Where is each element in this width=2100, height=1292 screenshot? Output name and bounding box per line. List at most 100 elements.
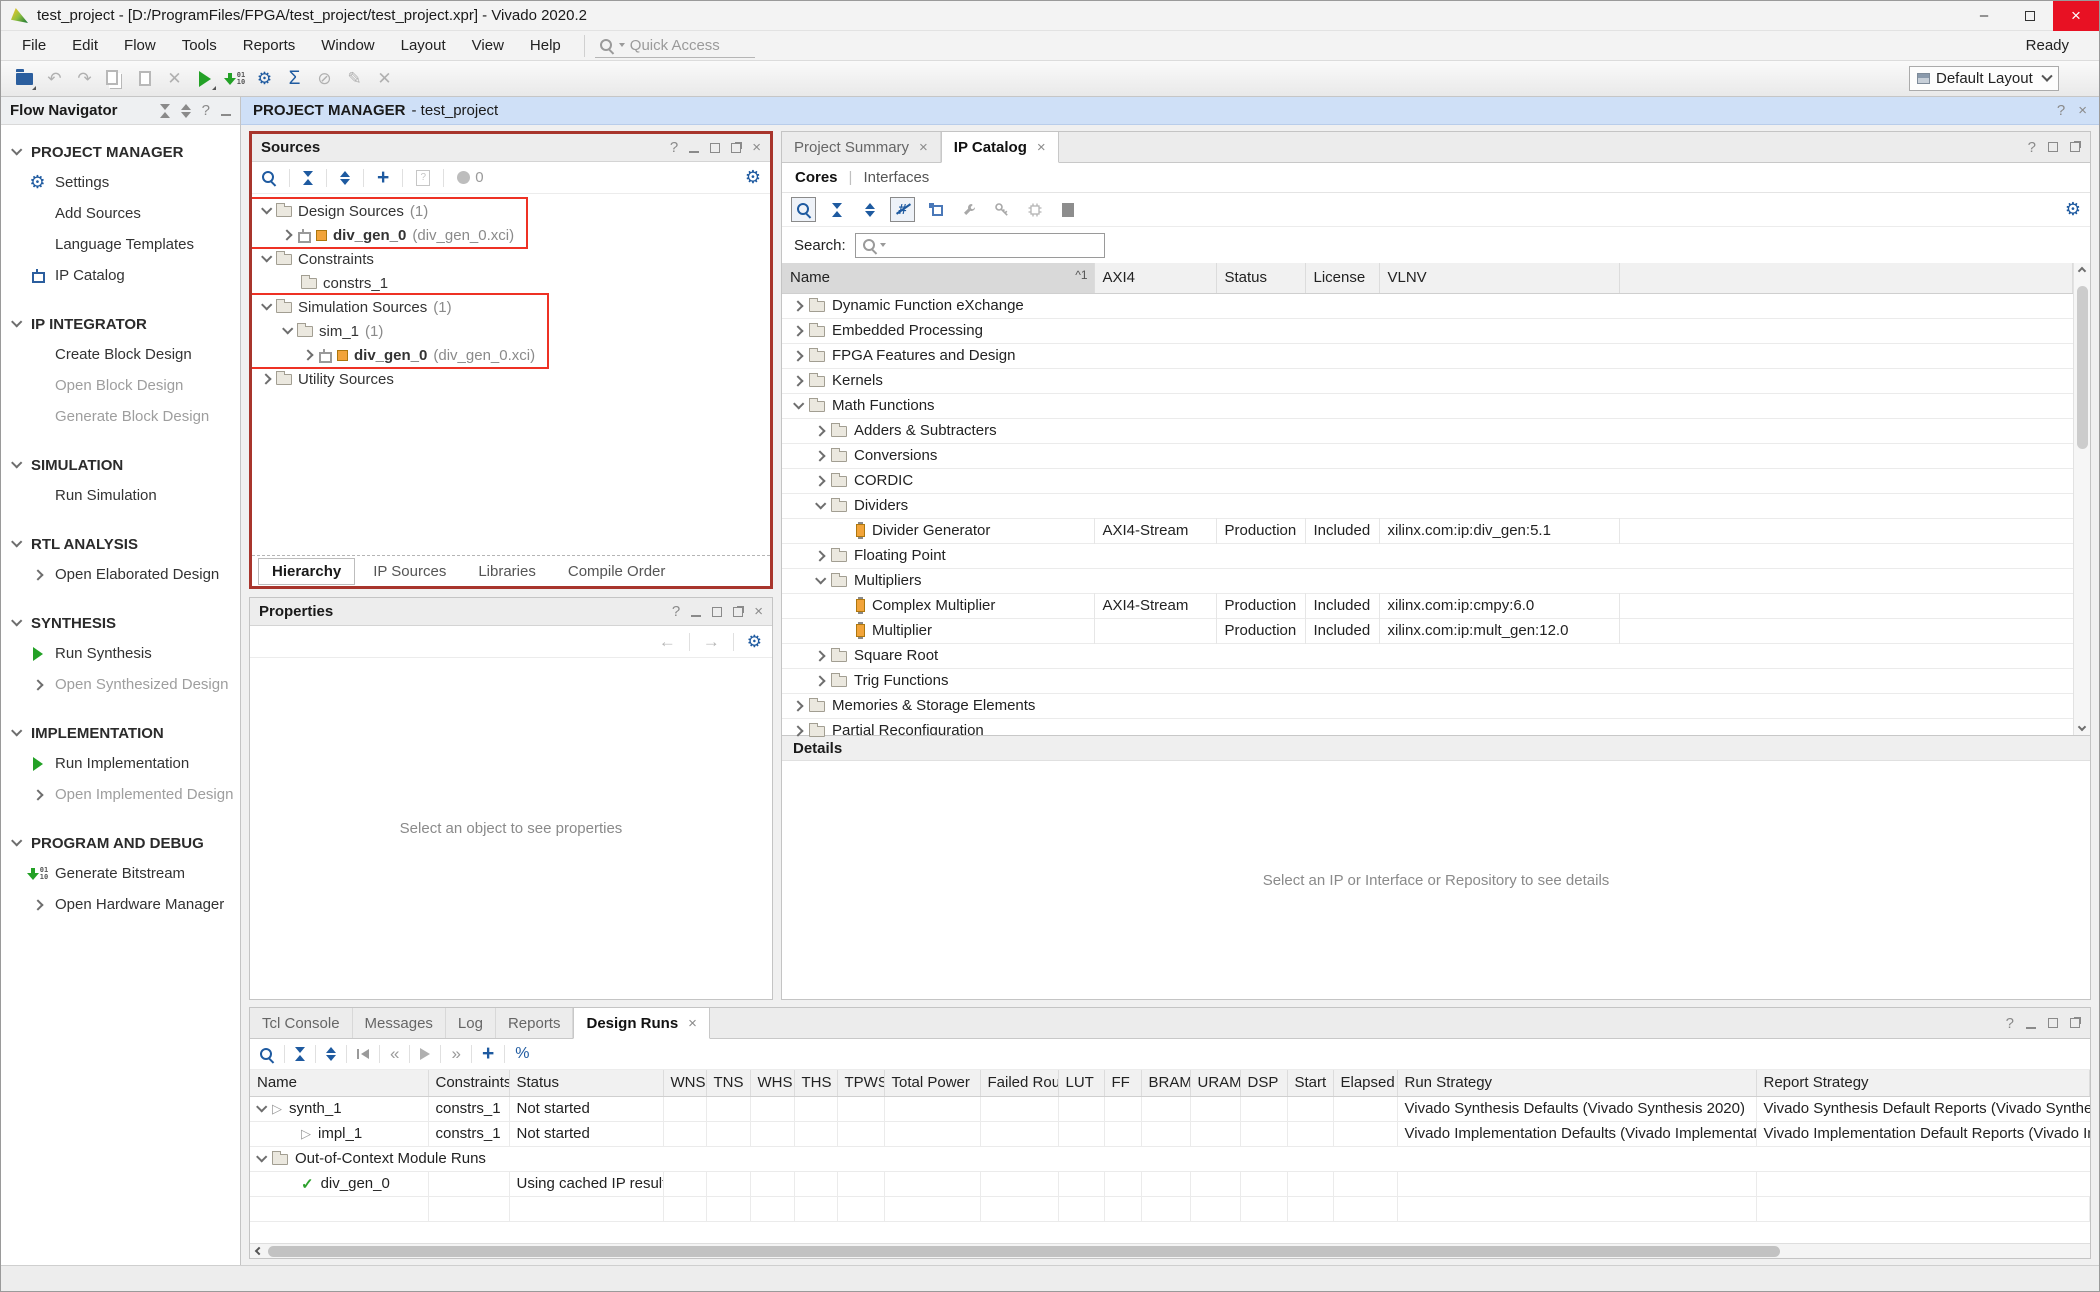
vertical-scrollbar[interactable] [2073, 263, 2090, 735]
open-project-button[interactable] [11, 65, 38, 92]
source-item-simulation-sources[interactable]: Simulation Sources (1) [252, 295, 547, 319]
column-header-uram[interactable]: URAM [1190, 1070, 1240, 1096]
ip-category-trig-functions[interactable]: Trig Functions [782, 668, 2073, 693]
scrollbar-thumb[interactable] [268, 1246, 1780, 1257]
ip-core-complex-multiplier[interactable]: Complex Multiplier AXI4-Stream Productio… [782, 593, 2073, 618]
scroll-left-icon[interactable] [255, 1247, 263, 1255]
close-icon[interactable]: × [919, 139, 928, 156]
close-icon[interactable]: × [2078, 102, 2087, 119]
subtab-cores[interactable]: Cores [795, 169, 838, 186]
horizontal-scrollbar[interactable] [250, 1243, 2090, 1258]
column-header-vlnv[interactable]: VLNV [1379, 263, 1619, 293]
tab-messages[interactable]: Messages [353, 1008, 446, 1038]
menu-tools[interactable]: Tools [169, 33, 230, 58]
gear-icon[interactable]: ⚙ [745, 167, 761, 188]
flow-item-ip-catalog[interactable]: IP Catalog [1, 260, 240, 291]
tab-design-runs[interactable]: Design Runs× [573, 1008, 709, 1039]
minimize-panel-icon[interactable] [221, 114, 231, 116]
quick-access-input[interactable]: Quick Access [595, 34, 755, 58]
generate-bitstream-button[interactable]: 0110 [221, 65, 248, 92]
column-header-start[interactable]: Start [1287, 1070, 1333, 1096]
float-panel-icon[interactable] [731, 143, 741, 153]
float-panel-icon[interactable] [733, 607, 743, 617]
close-icon[interactable]: × [688, 1015, 697, 1032]
minimize-icon[interactable]: – [1961, 1, 2007, 31]
flow-item-generate-bitstream[interactable]: 0110Generate Bitstream [1, 858, 240, 889]
source-item-constrs-1[interactable]: constrs_1 [252, 271, 406, 295]
disabled-tool-button-3[interactable]: ✕ [371, 65, 398, 92]
ip-category-fpga-features-and-design[interactable]: FPGA Features and Design [782, 343, 2073, 368]
first-run-icon[interactable] [357, 1049, 369, 1059]
column-header-status[interactable]: Status [1216, 263, 1305, 293]
source-item-sim-1[interactable]: sim_1 (1) [252, 319, 547, 343]
column-header-run-strategy[interactable]: Run Strategy [1397, 1070, 1756, 1096]
tab-ip-sources[interactable]: IP Sources [359, 558, 460, 585]
ip-category-math-functions[interactable]: Math Functions [782, 393, 2073, 418]
help-icon[interactable]: ? [670, 139, 678, 156]
flow-item-open-synthesized-design[interactable]: Open Synthesized Design [1, 669, 240, 700]
previous-run-icon[interactable]: « [390, 1044, 399, 1064]
help-icon[interactable]: ? [2057, 102, 2065, 119]
menu-view[interactable]: View [459, 33, 517, 58]
expand-all-icon[interactable] [326, 1047, 336, 1061]
ip-settings-icon[interactable] [1022, 197, 1047, 222]
float-panel-icon[interactable] [2070, 142, 2080, 152]
ip-category-memories-storage-elements[interactable]: Memories & Storage Elements [782, 693, 2073, 718]
column-header-ff[interactable]: FF [1104, 1070, 1141, 1096]
maximize-panel-icon[interactable] [712, 607, 722, 617]
menu-window[interactable]: Window [308, 33, 387, 58]
help-icon[interactable]: ? [202, 102, 210, 119]
flow-item-open-elaborated-design[interactable]: Open Elaborated Design [1, 559, 240, 590]
settings-button[interactable]: ⚙ [251, 65, 278, 92]
source-item-constraints[interactable]: Constraints [252, 247, 406, 271]
close-icon[interactable]: × [2053, 1, 2099, 31]
column-header-license[interactable]: License [1305, 263, 1379, 293]
column-header-report-strategy[interactable]: Report Strategy [1756, 1070, 2090, 1096]
flow-item-open-implemented-design[interactable]: Open Implemented Design [1, 779, 240, 810]
collapse-all-icon[interactable] [160, 104, 170, 118]
customize-ip-icon[interactable] [956, 197, 981, 222]
scrollbar-thumb[interactable] [2077, 286, 2088, 449]
minimize-panel-icon[interactable] [691, 615, 701, 617]
ip-category-cordic[interactable]: CORDIC [782, 468, 2073, 493]
ip-category-square-root[interactable]: Square Root [782, 643, 2073, 668]
ip-category-dynamic-function-exchange[interactable]: Dynamic Function eXchange [782, 293, 2073, 318]
run-row-div-gen-0[interactable]: ✓div_gen_0 Using cached IP results [250, 1171, 2090, 1196]
float-panel-icon[interactable] [2070, 1018, 2080, 1028]
column-header-name[interactable]: Name^1 [782, 263, 1094, 293]
flow-section-header-synthesis[interactable]: SYNTHESIS [1, 608, 240, 638]
expand-all-icon[interactable] [181, 104, 191, 118]
layout-selector[interactable]: Default Layout [1909, 66, 2059, 91]
repository-icon[interactable] [1055, 197, 1080, 222]
flow-item-add-sources[interactable]: Add Sources [1, 198, 240, 229]
tab-log[interactable]: Log [446, 1008, 496, 1038]
ip-category-multipliers[interactable]: Multipliers [782, 568, 2073, 593]
column-header-ths[interactable]: THS [794, 1070, 837, 1096]
flow-item-run-synthesis[interactable]: Run Synthesis [1, 638, 240, 669]
collapse-all-icon[interactable] [824, 197, 849, 222]
expand-all-icon[interactable] [340, 171, 350, 185]
group-by-hierarchy-icon[interactable] [923, 197, 948, 222]
close-icon[interactable]: × [752, 139, 761, 156]
help-icon[interactable]: ? [672, 603, 680, 620]
tab-libraries[interactable]: Libraries [464, 558, 550, 585]
maximize-icon[interactable] [2007, 1, 2053, 31]
search-icon[interactable] [261, 170, 276, 185]
delete-button[interactable]: ✕ [161, 65, 188, 92]
percent-icon[interactable]: % [515, 1045, 529, 1063]
tab-compile-order[interactable]: Compile Order [554, 558, 680, 585]
undo-button[interactable]: ↶ [41, 65, 68, 92]
help-icon[interactable]: ? [2006, 1015, 2014, 1032]
column-header-total-power[interactable]: Total Power [884, 1070, 980, 1096]
flow-item-generate-block-design[interactable]: Generate Block Design [1, 401, 240, 432]
column-header-bram[interactable]: BRAM [1141, 1070, 1190, 1096]
flow-item-settings[interactable]: ⚙Settings [1, 167, 240, 198]
run-group-out-of-context-module-runs[interactable]: Out-of-Context Module Runs [250, 1146, 2090, 1171]
menu-flow[interactable]: Flow [111, 33, 169, 58]
forward-icon[interactable]: → [703, 632, 720, 652]
menu-edit[interactable]: Edit [59, 33, 111, 58]
flow-item-create-block-design[interactable]: Create Block Design [1, 339, 240, 370]
ip-core-multiplier[interactable]: Multiplier Production Included xilinx.co… [782, 618, 2073, 643]
create-run-icon[interactable]: + [482, 1045, 494, 1063]
scroll-up-icon[interactable] [2078, 267, 2086, 275]
